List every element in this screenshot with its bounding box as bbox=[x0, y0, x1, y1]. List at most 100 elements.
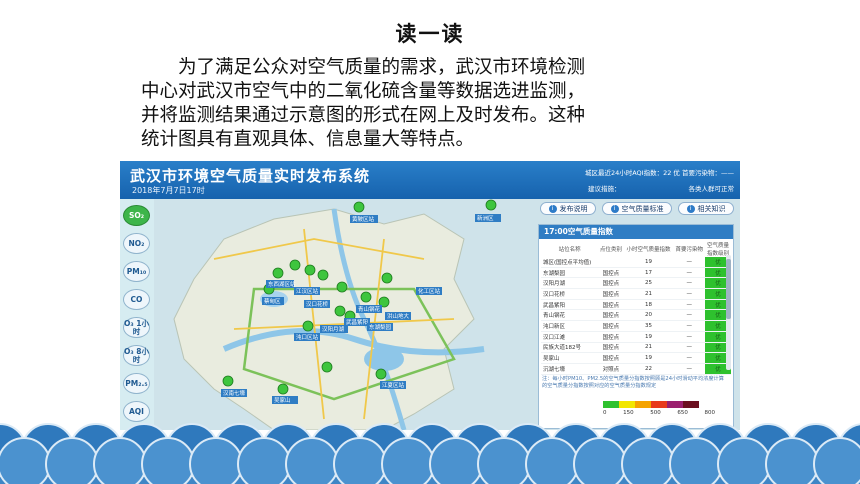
cell-name: 汉阳月湖 bbox=[541, 277, 599, 290]
button-label: 发布说明 bbox=[559, 204, 588, 213]
o3-1h-button[interactable]: O₃ 1小时 bbox=[123, 317, 150, 338]
cell-type: 国控点 bbox=[598, 309, 624, 322]
svg-text:武昌紫阳: 武昌紫阳 bbox=[346, 318, 368, 326]
table-scrollbar[interactable] bbox=[726, 255, 731, 370]
svg-text:化工区站: 化工区站 bbox=[418, 287, 441, 295]
app-header: 武汉市环境空气质量实时发布系统 2018年7月7日17时 城区最近24小时AQI… bbox=[120, 161, 740, 199]
wave-arc bbox=[93, 437, 147, 484]
release-notes-button[interactable]: i 发布说明 bbox=[540, 202, 596, 215]
no2-button[interactable]: NO₂ bbox=[123, 233, 150, 254]
wave-arc bbox=[189, 437, 243, 484]
legend-swatch bbox=[619, 401, 635, 408]
cell-name: 汉口花桥 bbox=[541, 288, 599, 300]
scroll-thumb[interactable] bbox=[726, 259, 731, 319]
col-header: 站位名称 bbox=[558, 247, 581, 253]
cell-pollutant: — bbox=[673, 257, 705, 268]
cell-type: 国控点 bbox=[598, 320, 624, 332]
table-row[interactable]: 东湖梨园 国控点 17— 优 bbox=[541, 267, 731, 279]
co-button[interactable]: CO bbox=[123, 289, 150, 310]
col-header: 点位类别 bbox=[599, 247, 622, 253]
legend-labels: 0 150 500 650 800 bbox=[603, 410, 715, 416]
table-header-row: 站位名称 点位类别 小时空气质量指数 首要污染物 空气质量指数级别 bbox=[541, 241, 731, 257]
wave-arc bbox=[45, 437, 99, 484]
cell-aqi: 21 bbox=[623, 288, 674, 300]
legend-label: 0 bbox=[603, 410, 607, 416]
wave-arc bbox=[285, 437, 339, 484]
svg-text:青山钢花: 青山钢花 bbox=[358, 305, 381, 313]
cell-pollutant: — bbox=[673, 320, 705, 332]
table-row[interactable]: 民族大道182号 国控点 21— 优 bbox=[541, 342, 731, 354]
cell-type: 国控点 bbox=[598, 299, 624, 311]
table-row[interactable]: 汉阳月湖 国控点 25— 优 bbox=[541, 277, 731, 290]
svg-text:吴家山: 吴家山 bbox=[274, 396, 291, 404]
svg-text:汉阳月湖: 汉阳月湖 bbox=[322, 325, 345, 333]
info-icon: i bbox=[548, 204, 557, 213]
aqi-panel: 17:00空气质量指数 站位名称 点位类别 小时空气质量指数 首要污染物 空气质… bbox=[538, 224, 734, 429]
cell-aqi: 19 bbox=[623, 352, 674, 364]
city-map[interactable]: 黄陂区站 新洲区 东西湖区站 蔡甸区 江汉区站 汉口花桥 青山钢花 化工区站 沌… bbox=[154, 199, 534, 430]
related-knowledge-button[interactable]: i 相关知识 bbox=[678, 202, 734, 215]
cell-type: 国控点 bbox=[598, 288, 624, 300]
paragraph-line: 中心对武汉市空气中的二氧化硫含量等数据选进监测， bbox=[141, 81, 586, 102]
button-label: 相关知识 bbox=[697, 204, 726, 213]
svg-text:汉南七壕: 汉南七壕 bbox=[223, 389, 246, 397]
cell-type: 国控点 bbox=[598, 352, 624, 364]
cell-name: 青山钢花 bbox=[541, 309, 599, 322]
table-row[interactable]: 汉口江滩 国控点 19— 优 bbox=[541, 331, 731, 343]
wave-arc bbox=[765, 437, 819, 484]
o3-8h-button[interactable]: O₃ 8小时 bbox=[123, 345, 150, 366]
so2-button[interactable]: SO₂ bbox=[123, 205, 150, 226]
svg-text:沌口区站: 沌口区站 bbox=[296, 333, 319, 341]
cell-aqi: 19 bbox=[623, 331, 674, 343]
panel-note: 注：每小时PM10、PM2.5的空气质量分指数按照顾是24小时滑动平均浓度计算的… bbox=[542, 376, 724, 389]
table-row[interactable]: 吴家山 国控点 19— 优 bbox=[541, 352, 731, 364]
svg-text:江夏区站: 江夏区站 bbox=[382, 381, 405, 389]
table-row[interactable]: 沉湖七壕 对照点 22— 优 bbox=[541, 363, 731, 375]
aqi-color-legend bbox=[603, 401, 699, 408]
wave-arc bbox=[333, 437, 387, 484]
cell-aqi: 17 bbox=[623, 267, 674, 279]
slide-paragraph: 为了满足公众对空气质量的需求，武汉市环境检测 中心对武汉市空气中的二氧化硫含量等… bbox=[141, 56, 731, 152]
app-title: 武汉市环境空气质量实时发布系统 bbox=[130, 167, 371, 185]
cell-aqi: 20 bbox=[623, 309, 674, 322]
cell-pollutant: — bbox=[673, 309, 705, 322]
table-row[interactable]: 武昌紫阳 国控点 18— 优 bbox=[541, 299, 731, 311]
svg-text:江汉区站: 江汉区站 bbox=[296, 287, 319, 295]
paragraph-line: 并将监测结果通过示意图的形式在网上及时发布。这种 bbox=[141, 105, 586, 126]
legend-swatch bbox=[683, 401, 699, 408]
wave-decoration bbox=[0, 423, 860, 484]
cell-pollutant: — bbox=[673, 267, 705, 279]
wave-arc bbox=[573, 437, 627, 484]
cell-aqi: 18 bbox=[623, 299, 674, 311]
legend-swatch bbox=[603, 401, 619, 408]
aqi-summary: 城区最近24小时AQI指数：22 优 首要污染物：—— bbox=[584, 169, 734, 177]
cell-name: 武昌紫阳 bbox=[541, 299, 599, 311]
pm25-button[interactable]: PM₂.₅ bbox=[123, 373, 150, 394]
cell-pollutant: — bbox=[673, 277, 705, 290]
pm10-button[interactable]: PM₁₀ bbox=[123, 261, 150, 282]
cell-type: 国控点 bbox=[598, 342, 624, 354]
paragraph-line: 为了满足公众对空气质量的需求，武汉市环境检测 bbox=[178, 57, 586, 78]
cell-type: 国控点 bbox=[598, 331, 624, 343]
legend-label: 800 bbox=[704, 410, 716, 416]
aqi-button[interactable]: AQI bbox=[123, 401, 150, 422]
cell-type bbox=[598, 257, 624, 268]
wave-arc bbox=[381, 437, 435, 484]
air-standard-button[interactable]: i 空气质量标准 bbox=[602, 202, 672, 215]
wave-arc bbox=[621, 437, 675, 484]
cell-name: 沌口新区 bbox=[541, 320, 599, 332]
advice-label: 建议措施： bbox=[588, 185, 621, 193]
cell-type: 国控点 bbox=[598, 267, 624, 279]
info-icon: i bbox=[610, 204, 619, 213]
table-row[interactable]: 汉口花桥 国控点 21— 优 bbox=[541, 288, 731, 300]
table-row[interactable]: 沌口新区 国控点 35— 优 bbox=[541, 320, 731, 332]
paragraph-line: 统计图具有直观具体、信息量大等特点。 bbox=[141, 129, 475, 150]
table-row[interactable]: 青山钢花 国控点 20— 优 bbox=[541, 309, 731, 322]
cell-name: 沉湖七壕 bbox=[541, 363, 599, 375]
legend-label: 650 bbox=[677, 410, 688, 416]
legend-label: 150 bbox=[623, 410, 634, 416]
advice-text: 各类人群可正常 bbox=[688, 185, 735, 193]
cell-pollutant: — bbox=[673, 363, 705, 375]
cell-name: 民族大道182号 bbox=[541, 342, 599, 354]
table-row[interactable]: 城区(国控点平均值) 19— 优 bbox=[541, 257, 731, 268]
